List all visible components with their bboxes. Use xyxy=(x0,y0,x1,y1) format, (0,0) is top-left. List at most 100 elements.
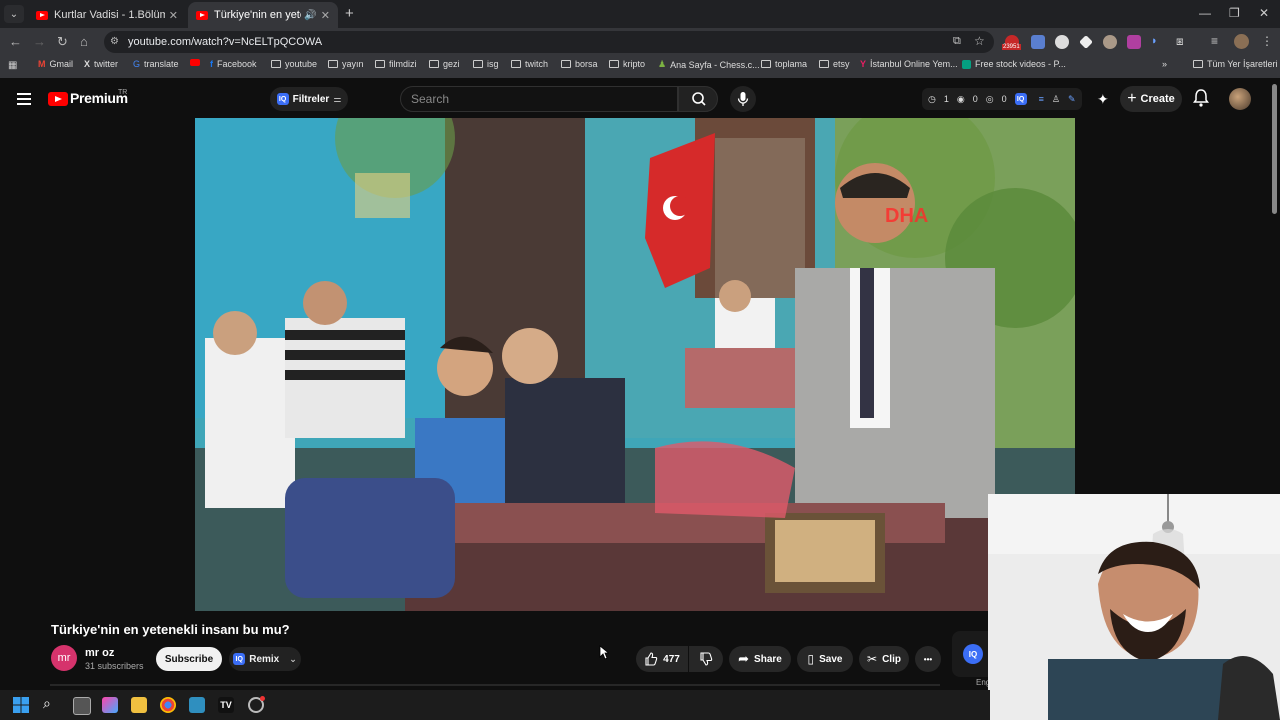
reload-icon[interactable]: ↻ xyxy=(57,34,68,50)
channel-subscriber-count: 31 subscribers xyxy=(85,661,144,671)
minimize-icon[interactable]: — xyxy=(1199,6,1211,20)
filter-button[interactable]: IQ Filtreler ⚌ xyxy=(270,87,348,111)
clip-label: Clip xyxy=(882,653,901,665)
extension-icon[interactable]: ◗ xyxy=(1151,35,1165,49)
restore-icon[interactable]: ❐ xyxy=(1229,6,1240,20)
profile-avatar[interactable] xyxy=(1234,34,1249,49)
clock-icon: ◷ xyxy=(928,93,936,104)
search-icon xyxy=(692,92,706,106)
tab-search-icon[interactable]: ⌄ xyxy=(4,5,24,23)
bookmark-chess[interactable]: ♟ Ana Sayfa - Chess.c... xyxy=(658,59,760,70)
scissors-icon: ✂ xyxy=(867,652,878,666)
cast-icon[interactable]: ⧉ xyxy=(953,35,961,48)
forward-icon[interactable]: → xyxy=(33,34,46,49)
bookmark-youtube-icon[interactable] xyxy=(190,59,200,66)
extension-icon[interactable] xyxy=(1031,35,1045,49)
bookmark-folder-twitch[interactable]: twitch xyxy=(511,59,548,69)
account-avatar[interactable] xyxy=(1229,88,1251,110)
new-tab-icon[interactable]: + xyxy=(345,5,354,22)
bookmark-folder-toplama[interactable]: toplama xyxy=(761,59,807,69)
remix-button[interactable]: IQ Remix ⌄ xyxy=(229,647,301,671)
mouse-cursor-icon xyxy=(599,645,610,663)
youtube-logo-icon[interactable] xyxy=(48,92,68,106)
bookmark-folder-isg[interactable]: isg xyxy=(473,59,499,69)
taskbar-search-icon[interactable]: ⌕ xyxy=(43,695,51,712)
bookmark-stock-videos[interactable]: Free stock videos - P... xyxy=(962,59,1066,69)
tradingview-icon[interactable]: TV xyxy=(218,697,234,713)
youtube-favicon-icon xyxy=(36,10,48,20)
more-actions-button[interactable]: ••• xyxy=(915,646,941,672)
close-window-icon[interactable]: ✕ xyxy=(1259,6,1269,20)
remix-label: Remix xyxy=(249,653,280,665)
webcam-feed-image xyxy=(988,494,1280,720)
save-button[interactable]: ▯ Save xyxy=(797,646,853,672)
video-player[interactable]: DHA xyxy=(195,118,1075,611)
extension-stats-bar[interactable]: ◷ 1 ◉ 0 ◎ 0 IQ ≡ ♙ ✎ xyxy=(922,88,1082,110)
like-button[interactable]: 477 xyxy=(636,646,688,672)
site-info-icon[interactable]: ⚙ xyxy=(110,36,119,47)
extension-icon[interactable] xyxy=(1055,35,1069,49)
bookmark-yemeksepeti[interactable]: Y İstanbul Online Yem... xyxy=(860,59,958,69)
thumbs-up-icon xyxy=(645,652,658,666)
home-icon[interactable]: ⌂ xyxy=(80,34,88,49)
iq-side-button[interactable]: IQ xyxy=(963,644,983,664)
page-scrollbar[interactable] xyxy=(1272,84,1277,214)
extensions-puzzle-icon[interactable]: ⧆ xyxy=(1176,34,1184,49)
stat-value: 1 xyxy=(943,94,949,104)
voice-search-button[interactable] xyxy=(730,86,756,112)
windows-start-icon[interactable] xyxy=(13,697,29,716)
create-button[interactable]: + Create xyxy=(1120,86,1182,112)
browser-tab-active[interactable]: Türkiye'nin en yetenekli ins 🔊 ✕ xyxy=(188,2,338,28)
divider xyxy=(50,684,940,686)
app-taskbar-icon[interactable] xyxy=(189,697,205,713)
share-button[interactable]: ➦ Share xyxy=(729,646,791,672)
video-title: Türkiye'nin en yetenekli insanı bu mu? xyxy=(51,622,290,637)
extension-badge: 23951 xyxy=(1002,44,1021,50)
bookmark-twitter[interactable]: Xtwitter xyxy=(84,59,118,69)
chevron-down-icon: ⌄ xyxy=(289,653,297,664)
extension-icon[interactable] xyxy=(1127,35,1141,49)
bookmark-folder-kripto[interactable]: kripto xyxy=(609,59,645,69)
task-view-icon[interactable] xyxy=(73,697,91,715)
like-count: 477 xyxy=(663,653,680,665)
channel-avatar[interactable]: mr xyxy=(51,645,77,671)
bookmark-folder-gezi[interactable]: gezi xyxy=(429,59,460,69)
dislike-button[interactable] xyxy=(689,646,723,672)
bookmark-folder-filmdizi[interactable]: filmdizi xyxy=(375,59,417,69)
extension-icon[interactable] xyxy=(1103,35,1117,49)
browser-menu-icon[interactable]: ⋮ xyxy=(1261,34,1273,48)
bookmark-folder-borsa[interactable]: borsa xyxy=(561,59,598,69)
channel-name[interactable]: mr oz xyxy=(85,647,114,659)
clip-button[interactable]: ✂ Clip xyxy=(859,646,909,672)
menu-hamburger-icon[interactable] xyxy=(17,93,31,108)
list-icon: ≡ xyxy=(1038,94,1044,104)
notes-extension-icon[interactable]: ✦ xyxy=(1097,91,1109,108)
apps-grid-icon[interactable]: ▦ xyxy=(8,60,17,71)
bookmark-folder-yayin[interactable]: yayın xyxy=(328,59,364,69)
bookmark-folder-etsy[interactable]: etsy xyxy=(819,59,850,69)
file-explorer-icon[interactable] xyxy=(131,697,147,713)
bookmark-translate[interactable]: Gtranslate xyxy=(133,59,179,69)
bookmark-folder-youtube[interactable]: youtube xyxy=(271,59,317,69)
edit-icon: ✎ xyxy=(1067,93,1076,104)
search-input[interactable]: Search xyxy=(400,86,678,112)
media-control-icon[interactable]: ≡ xyxy=(1211,34,1218,48)
chrome-taskbar-icon[interactable] xyxy=(160,697,176,713)
bookmarks-overflow-icon[interactable]: » xyxy=(1162,59,1167,69)
copilot-icon[interactable] xyxy=(102,697,118,713)
share-label: Share xyxy=(754,653,782,665)
bookmark-folder-all[interactable]: Tüm Yer İşaretleri xyxy=(1193,59,1278,69)
browser-tab-inactive[interactable]: Kurtlar Vadisi - 1.Bölüm / @Res ✕ xyxy=(28,2,186,28)
subscribe-button[interactable]: Subscribe xyxy=(156,647,222,671)
notifications-bell-icon[interactable] xyxy=(1193,88,1209,111)
bookmark-star-icon[interactable]: ☆ xyxy=(974,34,985,48)
bookmark-gmail[interactable]: M Gmail xyxy=(38,59,73,69)
tab-close-icon[interactable]: ✕ xyxy=(169,9,178,22)
url-text[interactable]: youtube.com/watch?v=NcELTpQCOWA xyxy=(128,36,322,48)
tab-close-icon[interactable]: ✕ xyxy=(321,9,330,22)
back-icon[interactable]: ← xyxy=(9,34,22,49)
bookmark-facebook[interactable]: f Facebook xyxy=(210,59,257,69)
webcam-overlay xyxy=(988,494,1280,720)
audio-playing-icon[interactable]: 🔊 xyxy=(304,10,316,21)
search-button[interactable] xyxy=(678,86,718,112)
